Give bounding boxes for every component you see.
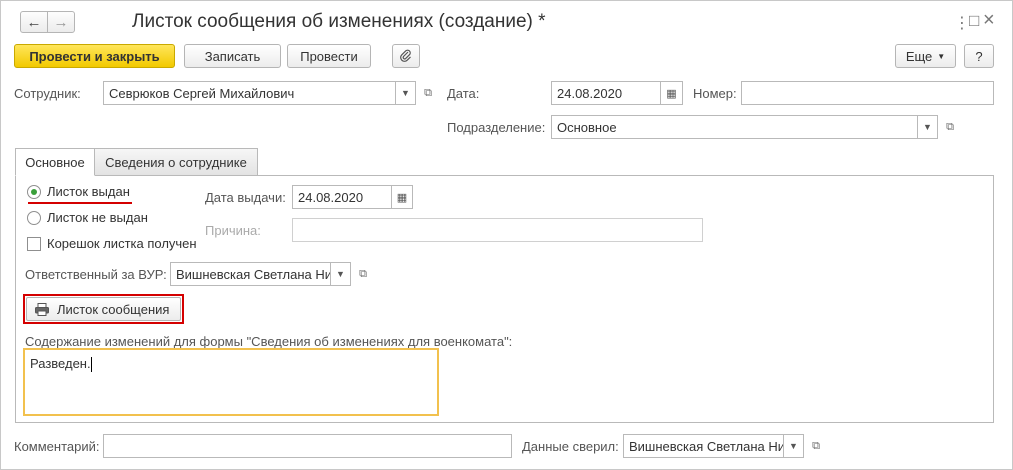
document-window: ← → Листок сообщения об изменениях (созд…	[0, 0, 1013, 470]
responsible-open-button[interactable]: ⧉	[353, 262, 373, 286]
close-icon[interactable]: ×	[983, 9, 995, 32]
employee-label: Сотрудник:	[14, 86, 81, 101]
help-button[interactable]: ?	[964, 44, 994, 68]
verified-label: Данные сверил:	[522, 439, 619, 454]
stub-received-checkbox[interactable]	[27, 237, 41, 251]
print-notice-label: Листок сообщения	[57, 301, 170, 317]
highlight-underline	[28, 202, 132, 204]
issue-date-calendar-button[interactable]: ▦	[392, 185, 413, 209]
window-title: Листок сообщения об изменениях (создание…	[132, 11, 546, 32]
open-icon: ⧉	[812, 439, 820, 452]
back-button[interactable]: ←	[20, 11, 48, 33]
print-notice-button[interactable]: Листок сообщения	[26, 297, 181, 321]
department-field[interactable]: Основное	[551, 115, 918, 139]
verified-dropdown-button[interactable]: ▼	[784, 434, 804, 458]
chevron-down-icon: ▼	[401, 88, 410, 98]
issue-date-field[interactable]: 24.08.2020	[292, 185, 392, 209]
radio-issued[interactable]	[27, 185, 41, 199]
radio-not-issued[interactable]	[27, 211, 41, 225]
more-label: Еще	[905, 48, 933, 64]
comment-field[interactable]	[103, 434, 512, 458]
number-label: Номер:	[693, 86, 737, 101]
radio-issued-label[interactable]: Листок выдан	[47, 184, 130, 199]
calendar-icon: ▦	[666, 87, 677, 100]
date-label: Дата:	[447, 86, 480, 101]
arrow-left-icon: ←	[26, 13, 42, 31]
employee-dropdown-button[interactable]: ▼	[396, 81, 416, 105]
text-caret	[90, 357, 92, 373]
more-button[interactable]: Еще ▼	[895, 44, 956, 68]
tab-employee-info[interactable]: Сведения о сотруднике	[94, 148, 258, 176]
responsible-dropdown-button[interactable]: ▼	[331, 262, 351, 286]
reason-label: Причина:	[205, 223, 261, 238]
save-button[interactable]: Записать	[184, 44, 281, 68]
forward-button[interactable]: →	[47, 11, 75, 33]
content-label: Содержание изменений для формы "Сведения…	[25, 334, 513, 349]
open-icon: ⧉	[424, 86, 432, 99]
department-dropdown-button[interactable]: ▼	[918, 115, 938, 139]
attach-button[interactable]	[392, 44, 420, 68]
open-icon: ⧉	[946, 120, 954, 133]
chevron-down-icon: ▼	[923, 122, 932, 132]
open-icon: ⧉	[359, 267, 367, 280]
calendar-icon: ▦	[396, 191, 408, 204]
maximize-icon[interactable]: □	[969, 11, 979, 31]
department-open-button[interactable]: ⧉	[940, 115, 960, 139]
issue-date-label: Дата выдачи:	[205, 190, 286, 205]
comment-label: Комментарий:	[14, 439, 100, 454]
stub-received-label[interactable]: Корешок листка получен	[47, 236, 197, 251]
verified-open-button[interactable]: ⧉	[806, 434, 826, 458]
employee-field[interactable]: Севрюков Сергей Михайлович	[103, 81, 396, 105]
chevron-down-icon: ▼	[937, 51, 946, 61]
post-button[interactable]: Провести	[287, 44, 371, 68]
more-vertical-icon[interactable]: ⋮	[954, 13, 970, 33]
printer-icon	[35, 302, 49, 316]
arrow-right-icon: →	[53, 13, 69, 31]
paperclip-icon	[400, 49, 411, 62]
post-and-close-button[interactable]: Провести и закрыть	[14, 44, 175, 68]
responsible-label: Ответственный за ВУР:	[25, 267, 167, 282]
number-field[interactable]	[741, 81, 994, 105]
radio-not-issued-label[interactable]: Листок не выдан	[47, 210, 148, 225]
chevron-down-icon: ▼	[336, 269, 345, 279]
date-field[interactable]: 24.08.2020	[551, 81, 661, 105]
responsible-field[interactable]: Вишневская Светлана Ни	[170, 262, 331, 286]
content-text: Разведен.	[30, 356, 91, 371]
department-label: Подразделение:	[447, 120, 546, 135]
date-calendar-button[interactable]: ▦	[661, 81, 683, 105]
employee-open-button[interactable]: ⧉	[418, 81, 438, 105]
reason-field[interactable]	[292, 218, 703, 242]
content-textarea[interactable]: Разведен.	[23, 348, 439, 416]
verified-field[interactable]: Вишневская Светлана Ни	[623, 434, 784, 458]
tab-main[interactable]: Основное	[15, 148, 95, 176]
chevron-down-icon: ▼	[789, 441, 798, 451]
